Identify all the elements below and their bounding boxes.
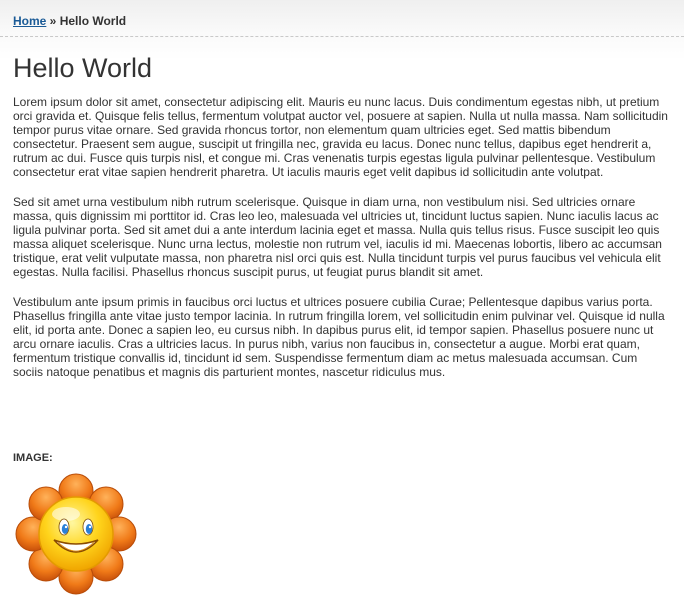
paragraph-3: Vestibulum ante ipsum primis in faucibus… bbox=[13, 295, 665, 379]
paragraph-2: Sed sit amet urna vestibulum nibh rutrum… bbox=[13, 195, 662, 279]
article-body: Lorem ipsum dolor sit amet, consectetur … bbox=[13, 95, 668, 395]
breadcrumb-current: Hello World bbox=[59, 14, 127, 28]
breadcrumb: Home » Hello World bbox=[13, 14, 126, 28]
breadcrumb-divider bbox=[0, 36, 684, 37]
smiling-sun-icon bbox=[15, 473, 137, 595]
paragraph-1: Lorem ipsum dolor sit amet, consectetur … bbox=[13, 95, 668, 179]
breadcrumb-home-link[interactable]: Home bbox=[13, 14, 46, 28]
image-label: IMAGE: bbox=[13, 452, 53, 464]
page-title: Hello World bbox=[13, 53, 153, 83]
breadcrumb-separator: » bbox=[46, 14, 60, 28]
page: Home » Hello World Hello World Lorem ips… bbox=[0, 0, 684, 613]
